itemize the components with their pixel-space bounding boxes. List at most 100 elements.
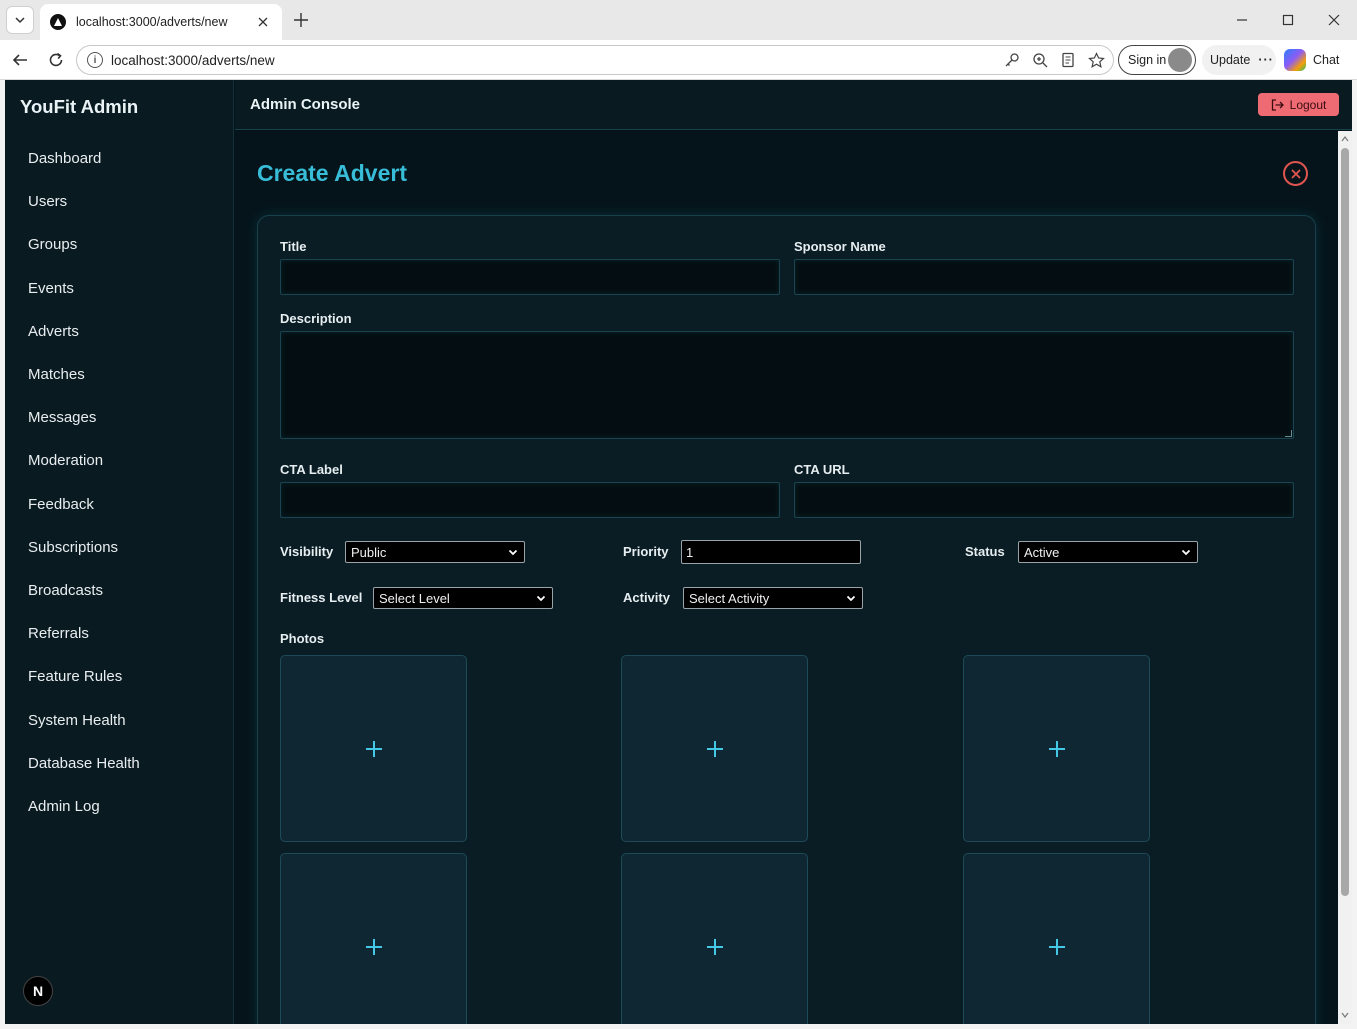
photos-label: Photos xyxy=(280,631,325,646)
back-button[interactable] xyxy=(8,48,32,72)
status-select[interactable]: Active xyxy=(1018,541,1198,563)
key-icon[interactable] xyxy=(1001,49,1023,71)
description-label: Description xyxy=(280,311,352,326)
plus-icon xyxy=(294,13,308,27)
reader-mode-icon[interactable] xyxy=(1057,49,1079,71)
sidebar-item-events[interactable]: Events xyxy=(5,267,234,310)
chevron-down-icon xyxy=(508,549,518,556)
photo-upload-slot[interactable] xyxy=(963,853,1150,1024)
info-icon[interactable]: i xyxy=(87,52,103,68)
activity-label: Activity xyxy=(623,590,670,605)
sidebar-item-system-health[interactable]: System Health xyxy=(5,698,234,741)
plus-icon xyxy=(706,740,723,757)
admin-app: YouFit Admin Dashboard Users Groups Even… xyxy=(5,80,1352,1024)
copilot-chat-button[interactable]: Chat xyxy=(1284,45,1350,75)
sidebar-nav: Dashboard Users Groups Events Adverts Ma… xyxy=(5,137,234,828)
sign-in-button[interactable]: Sign in xyxy=(1118,45,1196,75)
sidebar-item-database-health[interactable]: Database Health xyxy=(5,742,234,785)
maximize-button[interactable] xyxy=(1276,8,1300,32)
status-value: Active xyxy=(1024,544,1060,560)
nextjs-dev-badge[interactable]: N xyxy=(23,976,53,1006)
tab-search-button[interactable] xyxy=(6,6,34,34)
more-icon: ··· xyxy=(1258,53,1274,67)
update-button[interactable]: Update ··· xyxy=(1202,45,1276,75)
sidebar-item-groups[interactable]: Groups xyxy=(5,223,234,266)
vertical-scrollbar[interactable] xyxy=(1338,131,1352,1024)
page-title: Create Advert xyxy=(257,160,407,186)
visibility-select[interactable]: Public xyxy=(345,541,525,563)
fitness-level-select[interactable]: Select Level xyxy=(373,587,553,609)
scroll-up-icon[interactable] xyxy=(1341,135,1349,143)
browser-toolbar: i localhost:3000/adverts/new Sign in Upd… xyxy=(0,40,1357,80)
chevron-down-icon xyxy=(846,595,856,602)
cta-url-label: CTA URL xyxy=(794,462,850,477)
sidebar-item-moderation[interactable]: Moderation xyxy=(5,439,234,482)
scrollbar-thumb[interactable] xyxy=(1341,148,1349,896)
sidebar-item-referrals[interactable]: Referrals xyxy=(5,612,234,655)
close-icon xyxy=(1328,14,1340,26)
browser-tab[interactable]: localhost:3000/adverts/new xyxy=(40,4,282,40)
visibility-label: Visibility xyxy=(280,544,334,559)
favicon-icon xyxy=(50,14,66,30)
cta-label-input[interactable] xyxy=(280,482,780,518)
logout-label: Logout xyxy=(1289,97,1327,112)
title-input[interactable] xyxy=(280,259,780,295)
sidebar-item-users[interactable]: Users xyxy=(5,180,234,223)
close-icon xyxy=(1290,168,1301,179)
chevron-down-icon xyxy=(1181,549,1191,556)
sidebar: YouFit Admin Dashboard Users Groups Even… xyxy=(5,80,234,1024)
sidebar-item-feedback[interactable]: Feedback xyxy=(5,483,234,526)
sidebar-item-adverts[interactable]: Adverts xyxy=(5,310,234,353)
plus-icon xyxy=(365,740,382,757)
console-title: Admin Console xyxy=(250,96,361,113)
maximize-icon xyxy=(1282,14,1294,26)
sidebar-item-messages[interactable]: Messages xyxy=(5,396,234,439)
new-tab-button[interactable] xyxy=(290,9,312,31)
sidebar-item-dashboard[interactable]: Dashboard xyxy=(5,137,234,180)
cta-url-input[interactable] xyxy=(794,482,1294,518)
sponsor-name-label: Sponsor Name xyxy=(794,239,886,254)
sidebar-item-admin-log[interactable]: Admin Log xyxy=(5,785,234,828)
fitness-level-value: Select Level xyxy=(379,590,450,606)
title-label: Title xyxy=(280,239,307,254)
photo-upload-slot[interactable] xyxy=(280,853,467,1024)
priority-value: 1 xyxy=(686,544,694,560)
logout-icon xyxy=(1271,98,1284,111)
description-wrapper xyxy=(280,331,1294,439)
photo-upload-slot[interactable] xyxy=(621,655,808,842)
status-label: Status xyxy=(965,544,1005,559)
photo-upload-slot[interactable] xyxy=(963,655,1150,842)
description-textarea[interactable] xyxy=(280,331,1294,439)
scroll-down-icon[interactable] xyxy=(1341,1011,1349,1019)
minimize-button[interactable] xyxy=(1230,8,1254,32)
zoom-icon[interactable] xyxy=(1029,49,1051,71)
address-bar[interactable]: i localhost:3000/adverts/new xyxy=(76,45,1114,75)
activity-select[interactable]: Select Activity xyxy=(683,587,863,609)
close-form-button[interactable] xyxy=(1283,161,1308,186)
plus-icon xyxy=(1048,938,1065,955)
url-text: localhost:3000/adverts/new xyxy=(111,52,275,68)
cta-label-label: CTA Label xyxy=(280,462,343,477)
logout-button[interactable]: Logout xyxy=(1258,93,1339,116)
priority-input[interactable]: 1 xyxy=(681,540,861,564)
tab-close-icon[interactable] xyxy=(254,13,272,31)
sidebar-item-subscriptions[interactable]: Subscriptions xyxy=(5,526,234,569)
sidebar-item-broadcasts[interactable]: Broadcasts xyxy=(5,569,234,612)
main-content: Create Advert Title Sponsor Name Descrip… xyxy=(235,131,1338,1024)
sidebar-item-feature-rules[interactable]: Feature Rules xyxy=(5,655,234,698)
resize-handle-icon[interactable] xyxy=(1285,430,1292,437)
sponsor-name-input[interactable] xyxy=(794,259,1294,295)
close-window-button[interactable] xyxy=(1322,8,1346,32)
sidebar-item-matches[interactable]: Matches xyxy=(5,353,234,396)
activity-value: Select Activity xyxy=(689,590,770,606)
star-icon[interactable] xyxy=(1085,49,1107,71)
update-label: Update xyxy=(1210,53,1251,67)
plus-icon xyxy=(365,938,382,955)
photo-upload-slot[interactable] xyxy=(621,853,808,1024)
reload-button[interactable] xyxy=(44,48,68,72)
photo-upload-slot[interactable] xyxy=(280,655,467,842)
minimize-icon xyxy=(1237,19,1247,21)
copilot-icon xyxy=(1284,49,1306,71)
priority-label: Priority xyxy=(623,544,669,559)
chat-label: Chat xyxy=(1313,53,1340,67)
